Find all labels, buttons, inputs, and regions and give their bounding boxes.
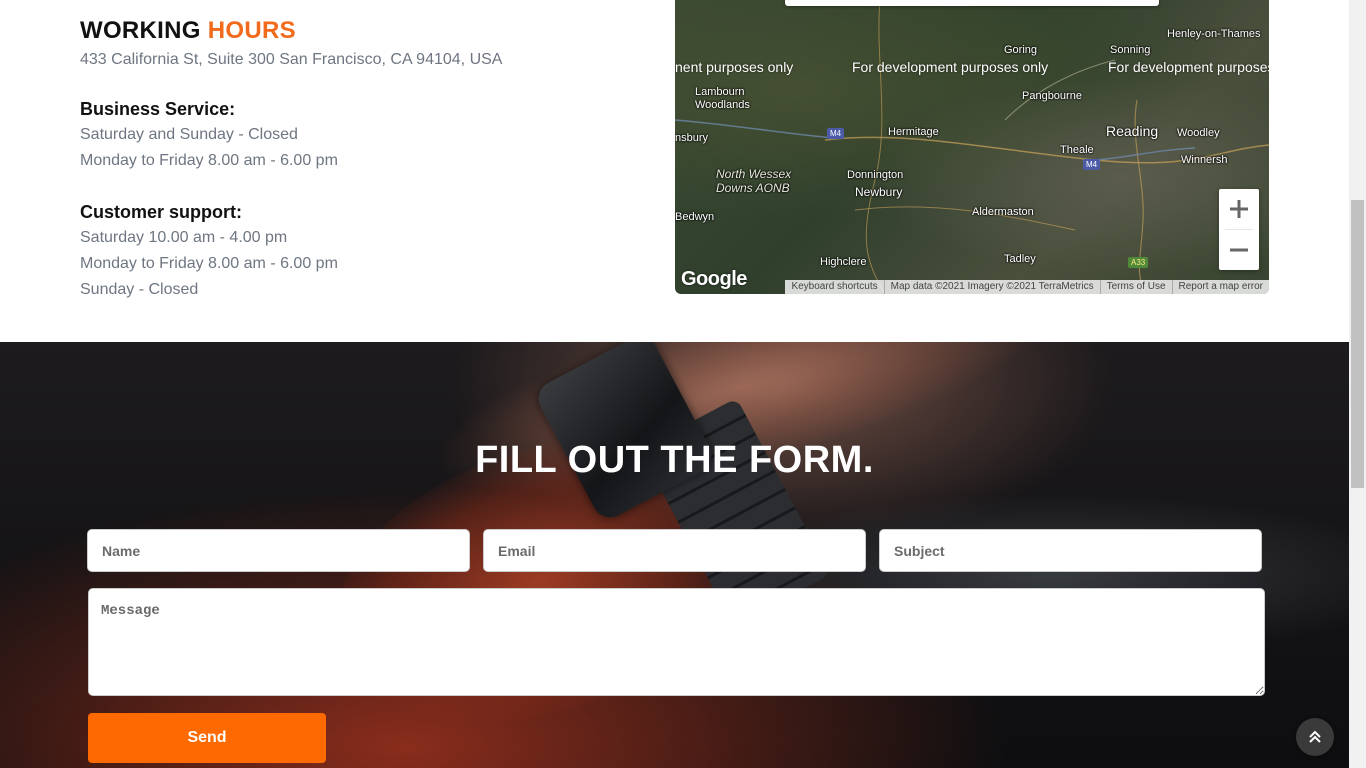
dev-watermark: For development purposes: [1108, 59, 1269, 75]
map-search-bar[interactable]: [785, 0, 1159, 6]
map-attribution-bar: Keyboard shortcuts Map data ©2021 Imager…: [785, 280, 1269, 294]
customer-support-line: Monday to Friday 8.00 am - 6.00 pm: [80, 255, 338, 272]
scrollbar-thumb[interactable]: [1351, 200, 1364, 488]
map-place-label: Aldermaston: [972, 206, 1034, 218]
dev-watermark: For development purposes only: [852, 59, 1049, 75]
google-map[interactable]: nent purposes only For development purpo…: [675, 0, 1269, 294]
plus-icon: [1230, 200, 1248, 218]
business-service-line: Monday to Friday 8.00 am - 6.00 pm: [80, 152, 338, 169]
map-roads: [675, 0, 1269, 294]
map-place-label: Reading: [1106, 123, 1159, 139]
map-place-label: Bedwyn: [675, 211, 715, 223]
map-place-label: Donnington: [847, 169, 904, 181]
double-chevron-up-icon: [1309, 730, 1321, 743]
road-shield: M4: [1083, 159, 1101, 170]
working-hours-title: WORKING HOURS: [80, 18, 640, 44]
business-service-heading: Business Service:: [80, 99, 236, 119]
map-place-label: Woodley: [1177, 127, 1220, 139]
form-title: FILL OUT THE FORM.: [475, 439, 874, 481]
page-scrollbar[interactable]: [1349, 0, 1366, 768]
title-main: WORKING: [80, 17, 201, 44]
map-place-label: nsbury: [675, 132, 709, 144]
map-place-label: Sonning: [1110, 44, 1151, 56]
customer-support-line: Sunday - Closed: [80, 281, 199, 298]
road-shield: M4: [827, 128, 845, 139]
working-hours-section: WORKING HOURS 433 California St, Suite 3…: [80, 18, 640, 303]
dev-watermark: nent purposes only: [675, 59, 794, 75]
keyboard-shortcuts-link[interactable]: Keyboard shortcuts: [785, 280, 883, 294]
send-button[interactable]: Send: [88, 713, 326, 763]
map-place-label: Theale: [1060, 144, 1094, 156]
customer-support-heading: Customer support:: [80, 202, 242, 222]
map-place-label: North Wessex Downs AONB: [716, 167, 792, 195]
customer-support-line: Saturday 10.00 am - 4.00 pm: [80, 229, 288, 246]
map-data-credit: Map data ©2021 Imagery ©2021 TerraMetric…: [883, 280, 1100, 294]
address: 433 California St, Suite 300 San Francis…: [80, 51, 503, 68]
zoom-out-button[interactable]: [1219, 230, 1259, 270]
map-place-label: Hermitage: [888, 126, 939, 138]
email-input[interactable]: [483, 529, 866, 572]
map-place-label: Henley-on-Thames: [1167, 28, 1261, 40]
business-service-line: Saturday and Sunday - Closed: [80, 126, 298, 143]
minus-icon: [1230, 248, 1248, 252]
google-logo[interactable]: Google: [681, 268, 747, 291]
map-place-label: Winnersh: [1181, 154, 1228, 166]
zoom-in-button[interactable]: [1219, 189, 1259, 229]
contact-form-section: FILL OUT THE FORM. Send: [0, 342, 1349, 768]
map-place-label: Lambourn Woodlands: [695, 86, 750, 111]
name-input[interactable]: [87, 529, 470, 572]
map-place-label: Newbury: [855, 185, 903, 199]
map-place-label: Tadley: [1004, 253, 1036, 265]
back-to-top-button[interactable]: [1296, 718, 1334, 756]
map-place-label: Pangbourne: [1022, 90, 1082, 102]
message-textarea[interactable]: [88, 588, 1265, 696]
map-place-label: Highclere: [820, 256, 867, 268]
terms-of-use-link[interactable]: Terms of Use: [1099, 280, 1172, 294]
subject-input[interactable]: [879, 529, 1262, 572]
map-place-label: Goring: [1004, 44, 1038, 56]
road-shield: A33: [1128, 257, 1149, 268]
report-map-error-link[interactable]: Report a map error: [1171, 280, 1269, 294]
map-zoom-control: [1219, 189, 1259, 270]
title-accent: HOURS: [207, 17, 296, 44]
